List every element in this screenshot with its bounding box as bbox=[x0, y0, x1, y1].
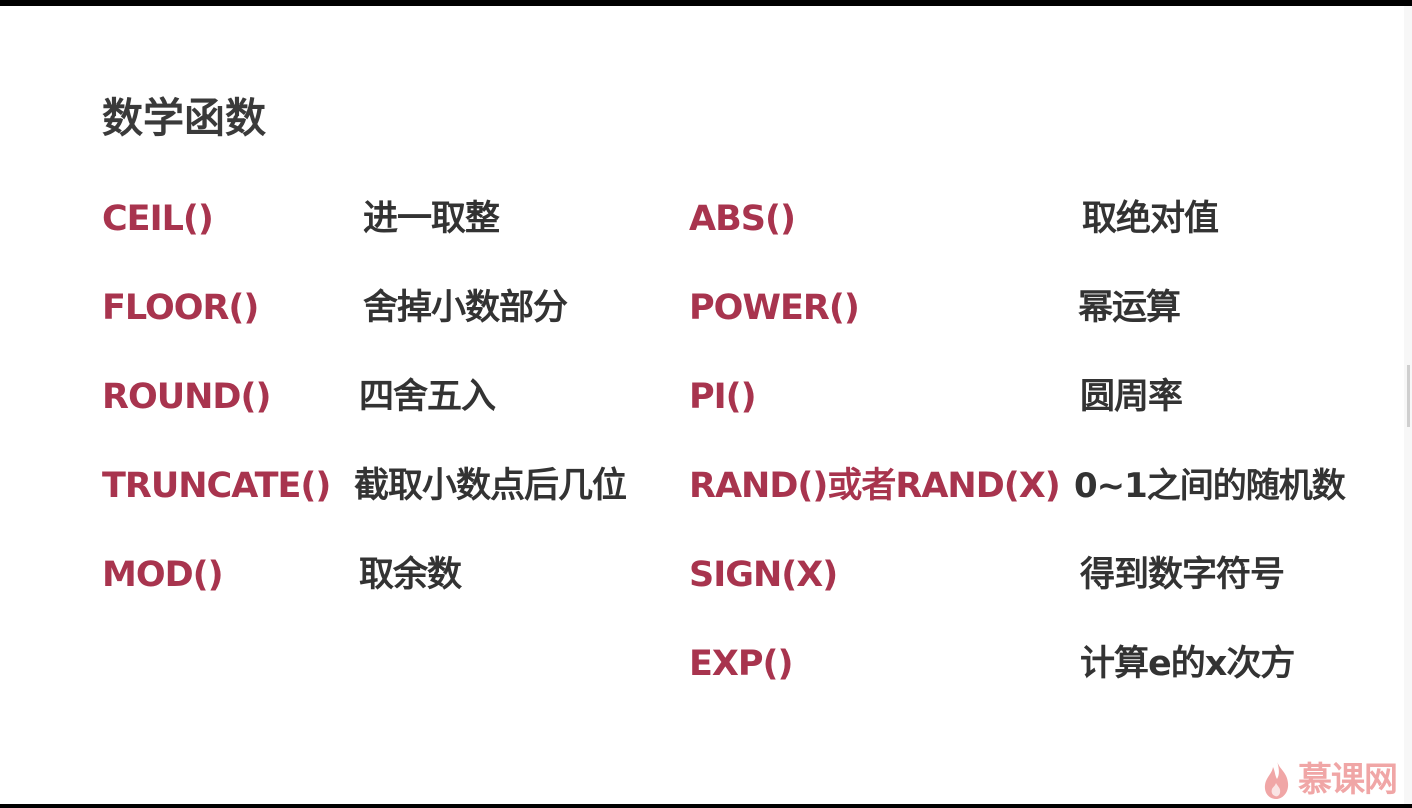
function-name-pi: PI() bbox=[689, 377, 757, 417]
function-name-abs: ABS() bbox=[689, 199, 796, 239]
watermark: 慕课网 bbox=[1260, 754, 1398, 804]
function-description-exp: 计算e的x次方 bbox=[1080, 644, 1295, 684]
function-description-rand: 0~1之间的随机数 bbox=[1074, 466, 1346, 506]
function-name-rand: RAND()或者RAND(X) bbox=[689, 466, 1061, 506]
function-name-exp: EXP() bbox=[689, 644, 794, 684]
function-description-ceil: 进一取整 bbox=[363, 199, 500, 239]
function-name-mod: MOD() bbox=[102, 555, 224, 595]
function-description-sign: 得到数字符号 bbox=[1080, 555, 1285, 595]
function-name-ceil: CEIL() bbox=[102, 199, 214, 239]
function-name-truncate: TRUNCATE() bbox=[102, 466, 331, 506]
function-name-round: ROUND() bbox=[102, 377, 271, 417]
watermark-text: 慕课网 bbox=[1298, 760, 1398, 800]
function-name-sign: SIGN(X) bbox=[689, 555, 838, 595]
right-edge-marker bbox=[1407, 365, 1410, 427]
function-description-round: 四舍五入 bbox=[359, 377, 496, 417]
slide: 数学函数 CEIL() 进一取整 FLOOR() 舍掉小数部分 ROUND() … bbox=[0, 6, 1404, 804]
function-name-floor: FLOOR() bbox=[102, 288, 259, 328]
function-description-abs: 取绝对值 bbox=[1082, 199, 1219, 239]
slide-title: 数学函数 bbox=[102, 94, 266, 142]
function-description-truncate: 截取小数点后几位 bbox=[354, 466, 627, 506]
function-description-mod: 取余数 bbox=[359, 555, 462, 595]
function-name-power: POWER() bbox=[689, 288, 860, 328]
function-description-power: 幂运算 bbox=[1078, 288, 1181, 328]
function-description-pi: 圆周率 bbox=[1080, 377, 1183, 417]
flame-icon bbox=[1260, 759, 1294, 801]
function-description-floor: 舍掉小数部分 bbox=[363, 288, 568, 328]
